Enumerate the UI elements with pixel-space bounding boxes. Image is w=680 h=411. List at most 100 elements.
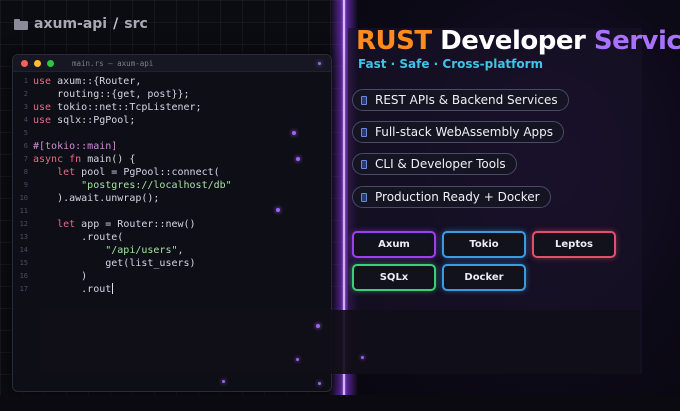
editor-titlebar: main.rs — axum-api	[13, 55, 331, 72]
code-token: tokio::net::TcpListener;	[51, 102, 202, 113]
line-number: 3	[23, 103, 28, 111]
code-line: 3 use tokio::net::TcpListener;	[13, 101, 331, 114]
feature-bullet-icon	[361, 159, 367, 169]
folder-icon	[14, 18, 28, 30]
tech-badge-docker[interactable]: Docker	[442, 264, 526, 291]
hero-title: RUST Developer Servic	[356, 26, 680, 56]
feature-label: CLI & Developer Tools	[375, 157, 506, 171]
tech-badge-axum[interactable]: Axum	[352, 231, 436, 258]
line-number: 10	[19, 194, 28, 202]
feature-label: Production Ready + Docker	[375, 190, 540, 204]
feature-pill-webassembly[interactable]: Full-stack WebAssembly Apps	[352, 121, 565, 143]
code-token: sqlx::PgPool;	[51, 115, 136, 126]
title-services: Servic	[585, 26, 680, 56]
line-number: 14	[19, 246, 28, 254]
code-token: let	[33, 167, 76, 178]
feature-pill-cli-tools[interactable]: CLI & Developer Tools	[352, 153, 517, 175]
tech-badge-leptos[interactable]: Leptos	[532, 231, 616, 258]
bottom-overlay	[40, 310, 640, 374]
feature-bullet-icon	[361, 127, 367, 137]
bottom-band	[0, 395, 680, 411]
sparkle	[318, 62, 321, 65]
code-token: routing::{get, post}};	[33, 89, 190, 100]
feature-pill-rest-apis[interactable]: REST APIs & Backend Services	[352, 89, 569, 111]
code-token: pool = PgPool::connect(	[75, 167, 220, 178]
line-number: 4	[23, 116, 28, 124]
line-number: 11	[19, 207, 28, 215]
code-line: 5	[13, 127, 331, 140]
breadcrumb-separator: /	[113, 16, 119, 32]
code-token: ).await.unwrap();	[33, 193, 160, 204]
line-number: 8	[23, 168, 28, 176]
sparkle	[292, 131, 296, 135]
text-cursor	[112, 283, 114, 294]
breadcrumb-folder[interactable]: src	[124, 16, 148, 32]
sparkle	[361, 356, 364, 359]
sparkle	[276, 208, 280, 212]
code-line: 1 use axum::{Router,	[13, 75, 331, 88]
feature-bullet-icon	[361, 192, 367, 202]
line-number: 17	[19, 285, 28, 293]
code-line: 16 )	[13, 270, 331, 283]
code-token: #[tokio::main]	[33, 141, 118, 152]
code-line: 12 let app = Router::new()	[13, 218, 331, 231]
sparkle	[318, 382, 321, 385]
maximize-window-button[interactable]	[47, 59, 54, 67]
code-line: 7 async fn main() {	[13, 153, 331, 166]
line-number: 12	[19, 220, 28, 228]
feature-label: Full-stack WebAssembly Apps	[375, 125, 554, 139]
title-developer: Developer	[431, 26, 586, 56]
tech-badge-tokio[interactable]: Tokio	[442, 231, 526, 258]
hero-tagline: Fast · Safe · Cross-platform	[358, 57, 544, 71]
feature-pill-production-docker[interactable]: Production Ready + Docker	[352, 186, 551, 208]
sparkle	[296, 157, 300, 161]
code-token: .rout	[33, 284, 112, 295]
feature-bullet-icon	[361, 95, 367, 105]
line-number: 16	[19, 272, 28, 280]
code-line: 10 ).await.unwrap();	[13, 192, 331, 205]
sparkle	[316, 324, 320, 328]
code-line: 6 #[tokio::main]	[13, 140, 331, 153]
line-number: 2	[23, 90, 28, 98]
title-rust: RUST	[356, 26, 432, 56]
code-line: 4 use sqlx::PgPool;	[13, 114, 331, 127]
minimize-window-button[interactable]	[34, 59, 41, 67]
code-line: 2 routing::{get, post}};	[13, 88, 331, 101]
code-token: )	[33, 271, 88, 282]
code-line: 11	[13, 205, 331, 218]
code-line: 14 "/api/users",	[13, 244, 331, 257]
tech-badge-sqlx[interactable]: SQLx	[352, 264, 436, 291]
breadcrumb-project[interactable]: axum-api	[34, 16, 107, 32]
breadcrumb: axum-api / src	[14, 14, 148, 34]
line-number: 15	[19, 259, 28, 267]
code-token: app = Router::new()	[75, 219, 196, 230]
code-token: use	[33, 76, 52, 87]
line-number: 1	[23, 77, 28, 85]
close-window-button[interactable]	[21, 59, 28, 67]
feature-label: REST APIs & Backend Services	[375, 93, 558, 107]
code-line: 9 "postgres://localhost/db"	[13, 179, 331, 192]
code-token: let	[33, 219, 76, 230]
code-token: "postgres://localhost/db"	[33, 180, 232, 191]
editor-title: main.rs — axum-api	[72, 58, 154, 68]
line-number: 6	[23, 142, 28, 150]
sparkle	[222, 380, 225, 383]
line-number: 9	[23, 181, 28, 189]
code-area[interactable]: 1 use axum::{Router, 2 routing::{get, pos…	[13, 72, 331, 296]
code-token: use	[33, 102, 52, 113]
code-line: 17 .rout	[13, 283, 331, 296]
code-token: main() {	[81, 154, 136, 165]
code-line: 15 get(list_users)	[13, 257, 331, 270]
code-token: "/api/users",	[33, 245, 184, 256]
code-line: 8 let pool = PgPool::connect(	[13, 166, 331, 179]
line-number: 13	[19, 233, 28, 241]
code-token: .route(	[33, 232, 124, 243]
code-token: use	[33, 115, 52, 126]
code-token: async fn	[33, 154, 82, 165]
code-token: get(list_users)	[33, 258, 196, 269]
code-token: axum::{Router,	[51, 76, 142, 87]
sparkle	[296, 358, 299, 361]
code-line: 13 .route(	[13, 231, 331, 244]
line-number: 7	[23, 155, 28, 163]
line-number: 5	[23, 129, 28, 137]
